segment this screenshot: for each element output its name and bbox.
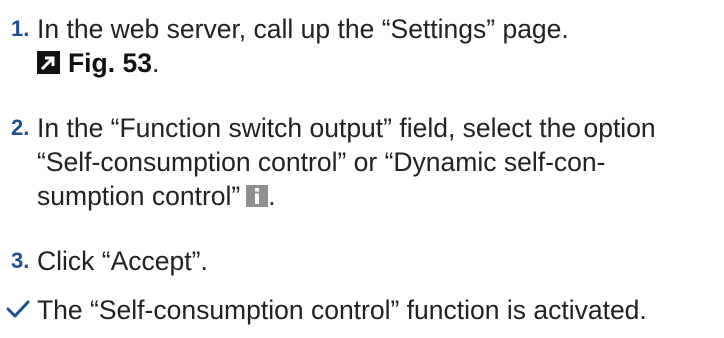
- step-text: In the “Function switch output” field, s…: [37, 111, 724, 213]
- figure-reference-line: Fig. 53.: [37, 46, 724, 80]
- step-number: 1.: [11, 16, 30, 41]
- figure-suffix: .: [151, 48, 160, 78]
- info-icon: [246, 185, 269, 207]
- instruction-page: 1. In the web server, call up the “Setti…: [0, 0, 724, 338]
- step-line-with-info: sumption control” .: [37, 179, 724, 213]
- step-line: In the web server, call up the “Settings…: [37, 14, 569, 44]
- arrow-up-right-icon: [37, 51, 60, 74]
- step-line-text: sumption control”: [37, 181, 241, 211]
- step-line: “Self-consumption control” or “Dynamic s…: [37, 147, 606, 177]
- result-line: The “Self-consumption control” function …: [37, 295, 647, 325]
- step-text: Click “Accept”.: [37, 244, 724, 278]
- step-line: Click “Accept”.: [37, 246, 208, 276]
- result-text: The “Self-consumption control” function …: [37, 293, 724, 327]
- figure-link[interactable]: Fig. 53: [68, 48, 152, 78]
- checkmark-icon: [6, 300, 30, 318]
- step-number: 3.: [11, 248, 30, 273]
- step-text: In the web server, call up the “Settings…: [37, 12, 724, 80]
- step-line: In the “Function switch output” field, s…: [37, 113, 656, 143]
- step-number: 2.: [11, 115, 30, 140]
- info-suffix: .: [268, 181, 276, 211]
